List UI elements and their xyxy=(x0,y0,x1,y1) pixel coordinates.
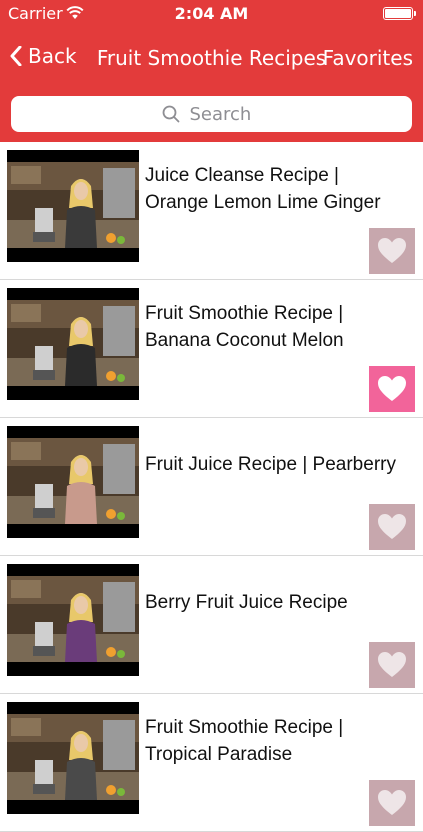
recipe-title: Juice Cleanse Recipe | Orange Lemon Lime… xyxy=(145,165,381,213)
list-item[interactable]: Fruit Juice Recipe | Pearberry xyxy=(0,418,423,556)
status-bar: Carrier 2:04 AM xyxy=(0,0,423,28)
navigation-header: Carrier 2:04 AM Back Fruit Smoothie Reci… xyxy=(0,0,423,88)
heart-icon xyxy=(369,366,415,412)
heart-icon xyxy=(369,228,415,274)
heart-icon xyxy=(369,780,415,826)
favorite-toggle[interactable] xyxy=(369,780,415,826)
recipe-title: Fruit Juice Recipe | Pearberry xyxy=(145,454,396,475)
favorite-toggle[interactable] xyxy=(369,228,415,274)
clock: 2:04 AM xyxy=(174,4,249,23)
favorite-toggle[interactable] xyxy=(369,642,415,688)
favorite-toggle[interactable] xyxy=(369,366,415,412)
search-bar xyxy=(0,88,423,142)
list-item[interactable]: Fruit Smoothie Recipe | Banana Coconut M… xyxy=(0,280,423,418)
search-input[interactable] xyxy=(187,102,262,126)
list-item[interactable]: Berry Fruit Juice Recipe xyxy=(0,556,423,694)
recipe-title: Fruit Smoothie Recipe | Banana Coconut M… xyxy=(145,303,344,351)
list-item[interactable]: Juice Cleanse Recipe | Orange Lemon Lime… xyxy=(0,142,423,280)
list-item[interactable]: Fruit Smoothie Recipe | Tropical Paradis… xyxy=(0,694,423,832)
recipe-list: Juice Cleanse Recipe | Orange Lemon Lime… xyxy=(0,142,423,832)
favorite-toggle[interactable] xyxy=(369,504,415,550)
video-thumbnail xyxy=(7,288,139,400)
heart-icon xyxy=(369,504,415,550)
search-field[interactable] xyxy=(11,96,412,132)
search-icon xyxy=(162,105,179,123)
recipe-title: Fruit Smoothie Recipe | Tropical Paradis… xyxy=(145,717,344,765)
heart-icon xyxy=(369,642,415,688)
nav-bar: Back Fruit Smoothie Recipes Favorites xyxy=(0,36,423,82)
video-thumbnail xyxy=(7,426,139,538)
video-thumbnail xyxy=(7,702,139,814)
video-thumbnail xyxy=(7,564,139,676)
recipe-title: Berry Fruit Juice Recipe xyxy=(145,592,348,613)
video-thumbnail xyxy=(7,150,139,262)
battery-icon xyxy=(383,7,416,20)
favorites-button[interactable]: Favorites xyxy=(323,46,413,70)
